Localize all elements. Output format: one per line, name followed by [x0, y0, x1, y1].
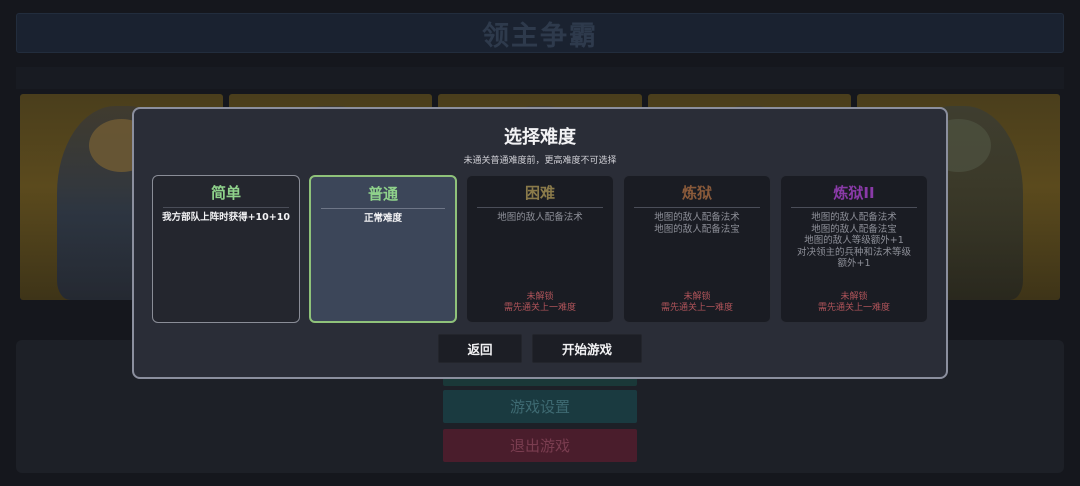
difficulty-description: 地图的敌人配备法术 地图的敌人配备法宝 地图的敌人等级额外+1 对决领主的兵种和法术等… — [785, 212, 923, 270]
difficulty-name: 炼狱 — [681, 184, 712, 202]
game-title-bar: 领主争霸 — [16, 13, 1064, 53]
description-line: 我方部队上阵时获得+10+10 — [162, 212, 290, 223]
locked-label: 未解锁 — [840, 292, 868, 302]
difficulty-card-normal[interactable]: 普通 正常难度 — [309, 175, 457, 323]
card-divider — [791, 207, 917, 208]
card-divider — [634, 207, 760, 208]
locked-hint: 需先通关上一难度 — [817, 303, 890, 313]
game-title: 领主争霸 — [482, 20, 598, 52]
description-line: 对决领主的兵种和法术等级 — [796, 246, 911, 258]
difficulty-card-purgatory-ii[interactable]: 炼狱II 地图的敌人配备法术 地图的敌人配备法宝 地图的敌人等级额外+1 对决领主的兵… — [780, 175, 928, 323]
description-line: 地图的敌人配备法术 — [811, 212, 897, 223]
start-game-button[interactable]: 开始游戏 — [532, 334, 642, 363]
locked-label: 未解锁 — [526, 292, 554, 302]
difficulty-description: 地图的敌人配备法术 — [471, 212, 609, 224]
difficulty-name: 简单 — [210, 184, 241, 202]
card-divider — [163, 207, 289, 208]
difficulty-dialog: 选择难度 未通关普通难度前，更高难度不可选择 简单 我方部队上阵时获得+10+1… — [132, 107, 948, 379]
difficulty-name: 炼狱II — [833, 184, 875, 202]
dialog-subtitle: 未通关普通难度前，更高难度不可选择 — [463, 156, 617, 166]
locked-notice: 未解锁 需先通关上一难度 — [467, 292, 613, 314]
description-line: 地图的敌人配备法宝 — [811, 223, 897, 235]
locked-notice: 未解锁 需先通关上一难度 — [781, 292, 927, 314]
description-line: 地图的敌人等级额外+1 — [804, 235, 904, 246]
difficulty-description: 地图的敌人配备法术 地图的敌人配备法宝 — [628, 212, 766, 235]
difficulty-description: 我方部队上阵时获得+10+10 — [157, 212, 295, 224]
difficulty-card-easy[interactable]: 简单 我方部队上阵时获得+10+10 — [152, 175, 300, 323]
difficulty-cards: 简单 我方部队上阵时获得+10+10 普通 正常难度 困难 地图的敌人配备法术 … — [152, 175, 930, 323]
description-line: 地图的敌人配备法宝 — [654, 223, 740, 235]
locked-label: 未解锁 — [683, 292, 711, 302]
description-line: 额外+1 — [837, 258, 871, 269]
locked-notice: 未解锁 需先通关上一难度 — [624, 292, 770, 314]
card-divider — [321, 208, 445, 209]
quit-game-button: 退出游戏 — [443, 429, 637, 462]
locked-hint: 需先通关上一难度 — [660, 303, 733, 313]
description-line: 正常难度 — [363, 213, 402, 224]
difficulty-name: 普通 — [367, 185, 398, 203]
back-button[interactable]: 返回 — [438, 334, 522, 363]
difficulty-card-purgatory[interactable]: 炼狱 地图的敌人配备法术 地图的敌人配备法宝 未解锁 需先通关上一难度 — [623, 175, 771, 323]
difficulty-name: 困难 — [524, 184, 555, 202]
dialog-title: 选择难度 — [504, 127, 576, 148]
card-divider — [477, 207, 603, 208]
description-line: 地图的敌人配备法术 — [497, 212, 583, 223]
difficulty-card-hard[interactable]: 困难 地图的敌人配备法术 未解锁 需先通关上一难度 — [466, 175, 614, 323]
locked-hint: 需先通关上一难度 — [503, 303, 576, 313]
game-settings-button: 游戏设置 — [443, 390, 637, 423]
difficulty-description: 正常难度 — [315, 213, 451, 225]
background-strip — [16, 67, 1064, 89]
description-line: 地图的敌人配备法术 — [654, 212, 740, 223]
